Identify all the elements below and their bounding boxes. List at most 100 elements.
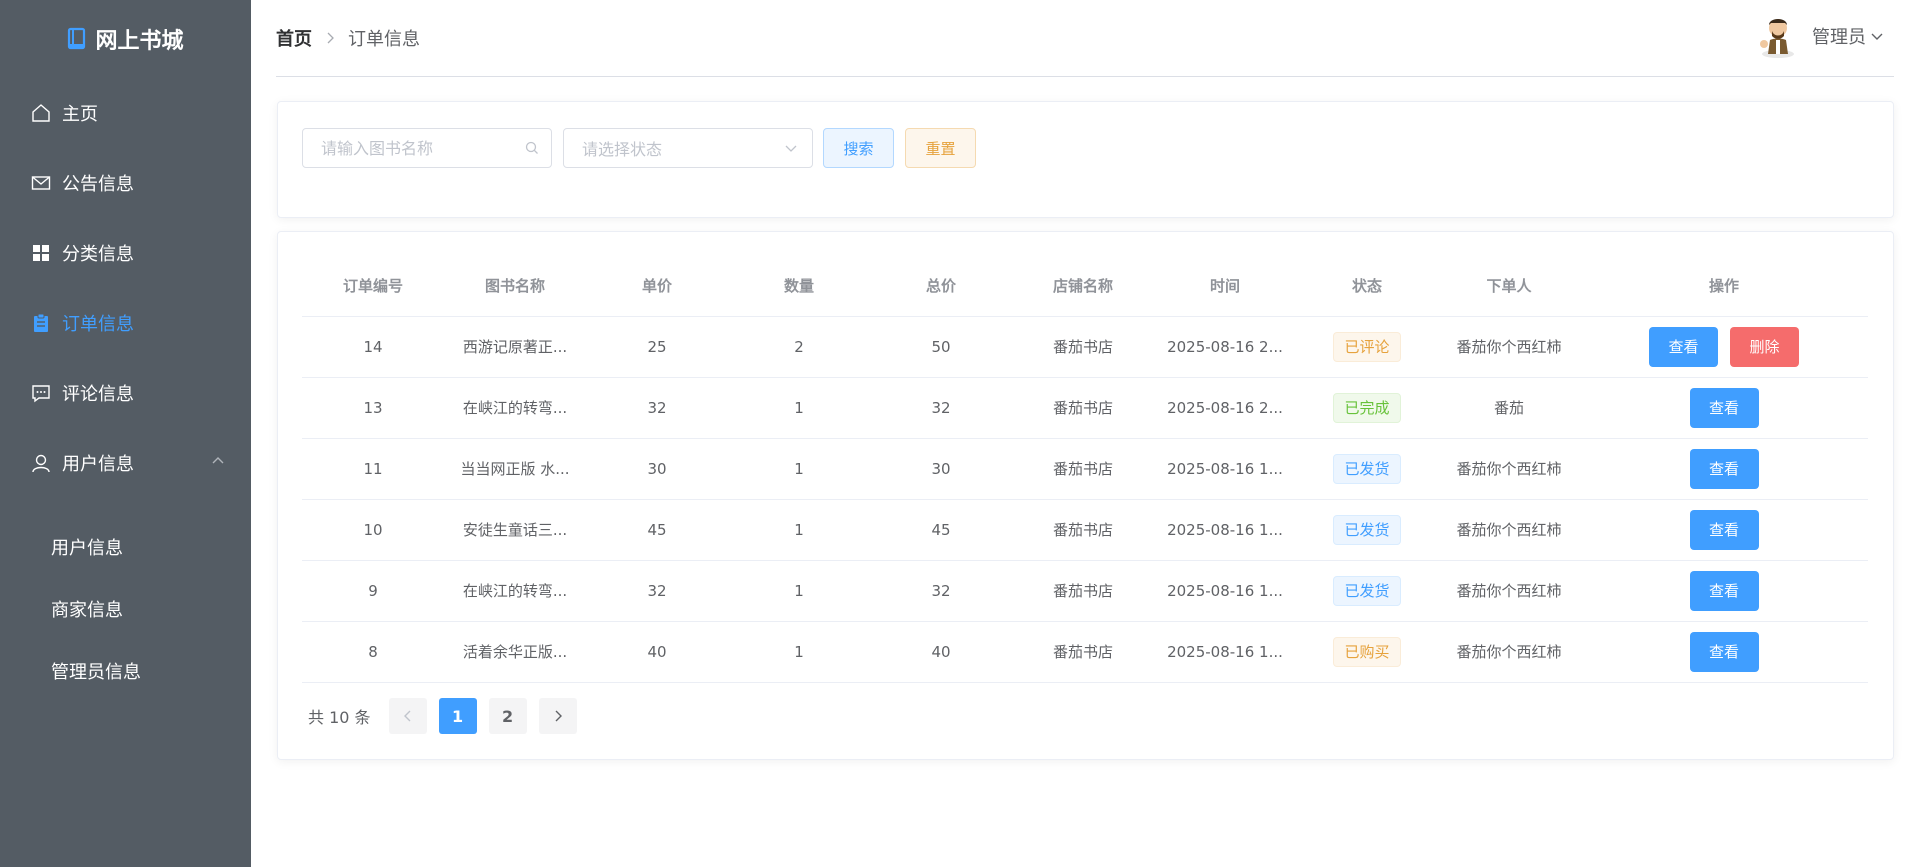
sidebar-item-category[interactable]: 分类信息 bbox=[0, 218, 251, 288]
orders-table: 订单编号 图书名称 单价 数量 总价 店铺名称 时间 状态 下单人 操作 14 西游记原著正... 2… bbox=[302, 256, 1868, 683]
buyer-cell: 番茄你个西红柿 bbox=[1438, 316, 1580, 378]
search-input-wrapper bbox=[302, 128, 552, 168]
price-cell: 30 bbox=[586, 438, 728, 500]
search-button[interactable]: 搜索 bbox=[823, 128, 894, 168]
total-cell: 50 bbox=[870, 316, 1012, 378]
actions-cell: 查看 bbox=[1580, 438, 1868, 500]
submenu-item-merchant-info[interactable]: 商家信息 bbox=[0, 578, 251, 640]
buyer-cell: 番茄你个西红柿 bbox=[1438, 560, 1580, 622]
page-button-1[interactable]: 1 bbox=[438, 698, 477, 734]
column-header: 总价 bbox=[870, 256, 1012, 317]
status-select[interactable]: 请选择状态 bbox=[563, 128, 813, 168]
table-row: 8 活着余华正版... 40 1 40 番茄书店 2025-08-16 1... 已购买 番茄你… bbox=[302, 621, 1868, 683]
status-badge: 已完成 bbox=[1333, 392, 1401, 423]
time-cell: 2025-08-16 1... bbox=[1154, 499, 1296, 561]
total-cell: 30 bbox=[870, 438, 1012, 500]
status-cell: 已发货 bbox=[1296, 438, 1438, 500]
quantity-cell: 1 bbox=[728, 377, 870, 439]
price-cell: 32 bbox=[586, 560, 728, 622]
actions-cell: 查看 bbox=[1580, 560, 1868, 622]
book-name-cell: 西游记原著正... bbox=[444, 316, 586, 378]
column-header: 单价 bbox=[586, 256, 728, 317]
chevron-right-icon bbox=[327, 32, 334, 44]
view-button[interactable]: 查看 bbox=[1689, 509, 1759, 550]
book-name-cell: 在峡江的转弯... bbox=[444, 560, 586, 622]
pagination: 共 10 条 1 2 bbox=[308, 698, 589, 734]
sidebar-item-label: 订单信息 bbox=[62, 314, 134, 335]
view-button[interactable]: 查看 bbox=[1689, 570, 1759, 611]
page-button-2[interactable]: 2 bbox=[488, 698, 527, 734]
view-button[interactable]: 查看 bbox=[1649, 326, 1718, 367]
quantity-cell: 1 bbox=[728, 621, 870, 683]
status-badge: 已发货 bbox=[1333, 514, 1401, 545]
shop-name-cell: 番茄书店 bbox=[1012, 499, 1154, 561]
sidebar-item-home[interactable]: 主页 bbox=[0, 78, 251, 148]
column-header: 操作 bbox=[1580, 256, 1868, 317]
actions-cell: 查看 删除 bbox=[1580, 316, 1868, 378]
order-id-cell: 8 bbox=[302, 621, 444, 683]
view-button[interactable]: 查看 bbox=[1689, 387, 1759, 428]
order-id-cell: 14 bbox=[302, 316, 444, 378]
user-menu[interactable]: 管理员 bbox=[1756, 14, 1884, 58]
chevron-down-icon bbox=[1871, 33, 1883, 40]
total-cell: 32 bbox=[870, 560, 1012, 622]
next-page-button[interactable] bbox=[538, 698, 577, 734]
status-badge: 已发货 bbox=[1333, 453, 1401, 484]
delete-button[interactable]: 删除 bbox=[1730, 326, 1799, 367]
status-cell: 已购买 bbox=[1296, 621, 1438, 683]
table-row: 13 在峡江的转弯... 32 1 32 番茄书店 2025-08-16 2... 已完成 番茄… bbox=[302, 377, 1868, 439]
shop-name-cell: 番茄书店 bbox=[1012, 438, 1154, 500]
avatar bbox=[1760, 19, 1794, 58]
sidebar-item-label: 主页 bbox=[62, 104, 98, 125]
column-header: 状态 bbox=[1296, 256, 1438, 317]
shop-name-cell: 番茄书店 bbox=[1012, 377, 1154, 439]
sidebar-item-orders[interactable]: 订单信息 bbox=[0, 288, 251, 358]
status-cell: 已发货 bbox=[1296, 499, 1438, 561]
total-cell: 40 bbox=[870, 621, 1012, 683]
search-input[interactable] bbox=[321, 138, 525, 158]
breadcrumb-current: 订单信息 bbox=[348, 29, 420, 50]
sidebar-item-comments[interactable]: 评论信息 bbox=[0, 358, 251, 428]
logo: 网上书城 bbox=[0, 0, 251, 78]
actions-cell: 查看 bbox=[1580, 377, 1868, 439]
table-row: 14 西游记原著正... 25 2 50 番茄书店 2025-08-16 2... 已评论 番茄… bbox=[302, 316, 1868, 378]
book-name-cell: 在峡江的转弯... bbox=[444, 377, 586, 439]
submenu-item-user-info[interactable]: 用户信息 bbox=[0, 516, 251, 578]
buyer-cell: 番茄你个西红柿 bbox=[1438, 499, 1580, 561]
view-button[interactable]: 查看 bbox=[1689, 631, 1759, 672]
price-cell: 40 bbox=[586, 621, 728, 683]
users-submenu: 用户信息 商家信息 管理员信息 bbox=[0, 498, 251, 702]
chevron-left-icon bbox=[403, 710, 411, 722]
order-id-cell: 9 bbox=[302, 560, 444, 622]
chevron-right-icon bbox=[555, 710, 562, 722]
sidebar-item-notice[interactable]: 公告信息 bbox=[0, 148, 251, 218]
home-icon bbox=[30, 102, 52, 124]
order-id-cell: 13 bbox=[302, 377, 444, 439]
column-header: 图书名称 bbox=[444, 256, 586, 317]
status-cell: 已评论 bbox=[1296, 316, 1438, 378]
price-cell: 32 bbox=[586, 377, 728, 439]
quantity-cell: 1 bbox=[728, 438, 870, 500]
reset-button[interactable]: 重置 bbox=[905, 128, 976, 168]
app-title: 网上书城 bbox=[95, 29, 184, 54]
prev-page-button[interactable] bbox=[388, 698, 427, 734]
sidebar-item-label: 公告信息 bbox=[62, 174, 134, 195]
user-icon bbox=[30, 452, 52, 474]
sidebar-item-label: 分类信息 bbox=[62, 244, 134, 265]
submenu-item-admin-info[interactable]: 管理员信息 bbox=[0, 640, 251, 702]
book-name-cell: 活着余华正版... bbox=[444, 621, 586, 683]
breadcrumb-home[interactable]: 首页 bbox=[276, 25, 312, 51]
total-cell: 32 bbox=[870, 377, 1012, 439]
chevron-down-icon bbox=[785, 145, 797, 152]
status-select-placeholder: 请选择状态 bbox=[582, 140, 663, 159]
quantity-cell: 2 bbox=[728, 316, 870, 378]
shop-name-cell: 番茄书店 bbox=[1012, 621, 1154, 683]
view-button[interactable]: 查看 bbox=[1689, 448, 1759, 489]
sidebar-item-users[interactable]: 用户信息 bbox=[0, 428, 251, 498]
sidebar-item-label: 评论信息 bbox=[62, 384, 134, 405]
chat-icon bbox=[30, 382, 52, 404]
status-badge: 已评论 bbox=[1333, 331, 1401, 362]
time-cell: 2025-08-16 2... bbox=[1154, 377, 1296, 439]
pagination-total: 共 10 条 bbox=[308, 708, 371, 727]
price-cell: 45 bbox=[586, 499, 728, 561]
